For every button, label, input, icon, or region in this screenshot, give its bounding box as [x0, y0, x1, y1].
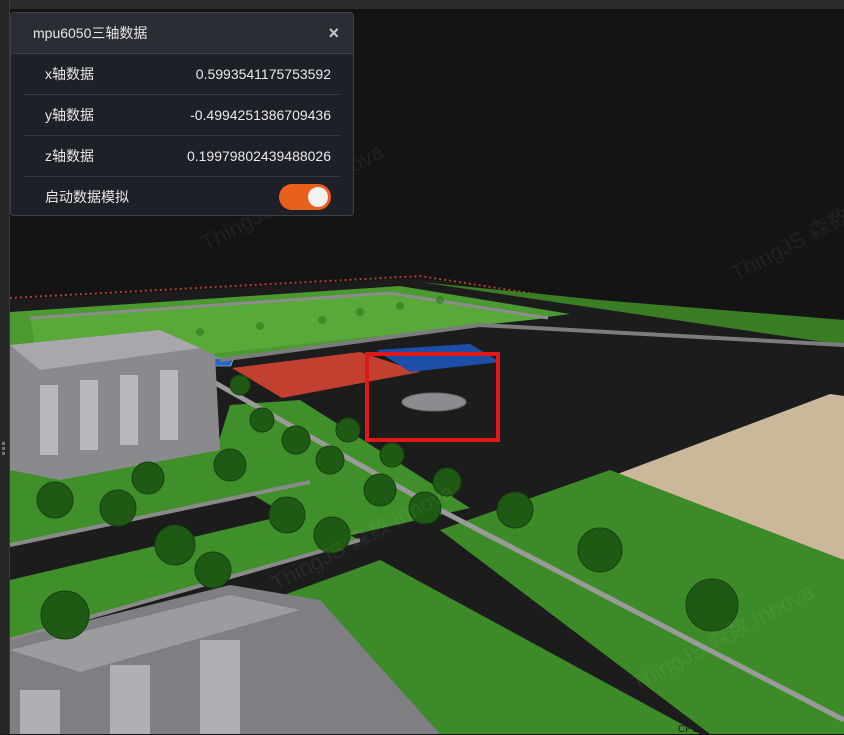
y-axis-label: y轴数据 — [45, 107, 94, 123]
drag-handle-icon[interactable] — [1, 440, 7, 460]
simulation-toggle-label: 启动数据模拟 — [45, 189, 129, 205]
left-resize-edge[interactable] — [0, 0, 10, 734]
sensor-data-panel: mpu6050三轴数据 × x轴数据 0.5993541175753592 y轴… — [10, 12, 354, 216]
top-toolbar-strip — [0, 0, 844, 9]
z-axis-label: z轴数据 — [45, 148, 94, 164]
panel-header: mpu6050三轴数据 × — [11, 13, 353, 54]
simulation-toggle-row: 启动数据模拟 — [23, 177, 341, 217]
x-axis-row: x轴数据 0.5993541175753592 — [23, 54, 341, 95]
y-axis-value: -0.4994251386709436 — [190, 107, 331, 123]
y-axis-row: y轴数据 -0.4994251386709436 — [23, 95, 341, 136]
close-icon[interactable]: × — [328, 24, 339, 42]
z-axis-value: 0.19979802439488026 — [186, 148, 331, 164]
x-axis-value: 0.5993541175753592 — [195, 66, 331, 82]
cpu-label: CPU — [678, 724, 700, 735]
selection-highlight-box — [365, 352, 500, 442]
z-axis-row: z轴数据 0.19979802439488026 — [23, 136, 341, 177]
x-axis-label: x轴数据 — [45, 66, 94, 82]
simulation-toggle-switch[interactable] — [279, 184, 331, 210]
toggle-knob[interactable] — [308, 187, 328, 207]
panel-title: mpu6050三轴数据 — [33, 25, 148, 41]
